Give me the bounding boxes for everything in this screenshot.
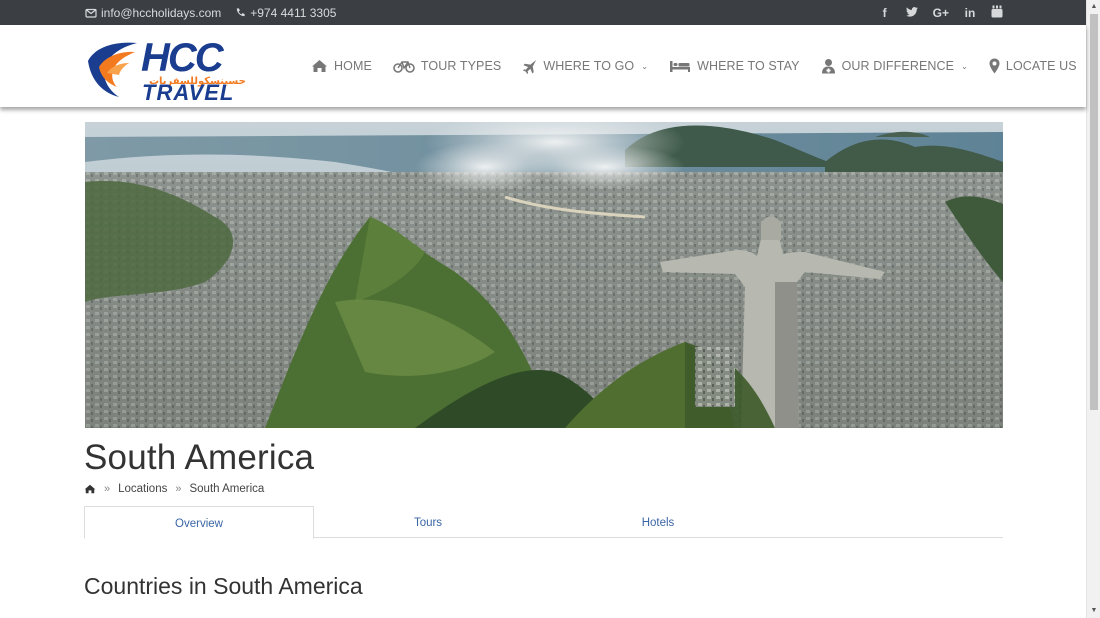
tab-tours[interactable]: Tours [313, 506, 543, 538]
home-icon[interactable] [84, 484, 96, 494]
tab-hotels[interactable]: Hotels [543, 506, 773, 538]
nav-home[interactable]: HOME [311, 59, 372, 73]
email-text: info@hccholidays.com [101, 5, 222, 20]
site-header: HCC حسينسكوللسفريات TRAVEL HOME TOUR TYP… [0, 25, 1086, 107]
breadcrumb-separator: » [175, 483, 182, 495]
phone-link[interactable]: +974 4411 3305 [235, 6, 336, 20]
page-title: South America [84, 438, 315, 477]
user-doctor-icon [821, 59, 835, 74]
breadcrumb: » Locations » South America [84, 483, 264, 495]
nav-home-label: HOME [334, 59, 372, 73]
nav-locate-us-label: LOCATE US [1005, 59, 1077, 73]
svg-text:TRAVEL: TRAVEL [142, 80, 234, 101]
hero-image [85, 122, 1003, 428]
chevron-down-icon: ⌄ [641, 61, 649, 71]
content-tabs: Overview Tours Hotels [84, 506, 1003, 539]
scroll-down-arrow-icon[interactable]: ▼ [1087, 604, 1100, 618]
nav-our-difference[interactable]: OUR DIFFERENCE ⌄ [821, 58, 968, 74]
page: info@hccholidays.com +974 4411 3305 f G+… [0, 0, 1100, 618]
nav-tour-types[interactable]: TOUR TYPES [393, 59, 501, 73]
nav-tour-types-label: TOUR TYPES [420, 59, 502, 73]
breadcrumb-current: South America [189, 483, 265, 495]
linkedin-icon[interactable]: in [964, 6, 976, 20]
nav-our-difference-label: OUR DIFFERENCE [841, 59, 955, 73]
home-icon [312, 60, 327, 72]
youtube-icon[interactable] [991, 5, 1003, 21]
email-link[interactable]: info@hccholidays.com [85, 6, 221, 20]
nav-where-to-stay-label: WHERE TO STAY [697, 59, 800, 73]
phone-icon [237, 8, 245, 17]
nav-where-to-go-label: WHERE TO GO [543, 59, 635, 73]
main-nav: HOME TOUR TYPES WHERE TO GO ⌄ WHERE TO S… [311, 25, 1098, 107]
google-plus-icon[interactable]: G+ [933, 6, 949, 20]
nav-locate-us[interactable]: LOCATE US [989, 58, 1077, 74]
contact-info: info@hccholidays.com +974 4411 3305 [85, 0, 336, 25]
bicycle-icon [393, 61, 415, 73]
nav-where-to-go[interactable]: WHERE TO GO ⌄ [522, 59, 648, 74]
phone-text: +974 4411 3305 [250, 5, 337, 20]
svg-text:HCC: HCC [141, 36, 225, 80]
map-pin-icon [989, 58, 1000, 74]
hcc-travel-logo[interactable]: HCC حسينسكوللسفريات TRAVEL [85, 33, 247, 105]
twitter-icon[interactable] [905, 6, 918, 20]
envelope-icon [85, 8, 97, 18]
plane-icon [523, 59, 537, 74]
section-title: Countries in South America [84, 573, 363, 599]
bed-icon [670, 60, 691, 72]
scroll-up-arrow-icon[interactable]: ▲ [1087, 0, 1100, 14]
tab-overview[interactable]: Overview [84, 506, 314, 539]
breadcrumb-separator: » [104, 483, 111, 495]
breadcrumb-locations-link[interactable]: Locations [118, 483, 167, 495]
nav-where-to-stay[interactable]: WHERE TO STAY [669, 59, 799, 73]
top-bar: info@hccholidays.com +974 4411 3305 f G+… [0, 0, 1086, 25]
chevron-down-icon: ⌄ [961, 61, 968, 71]
social-links: f G+ in [879, 0, 1003, 25]
facebook-icon[interactable]: f [879, 6, 891, 20]
